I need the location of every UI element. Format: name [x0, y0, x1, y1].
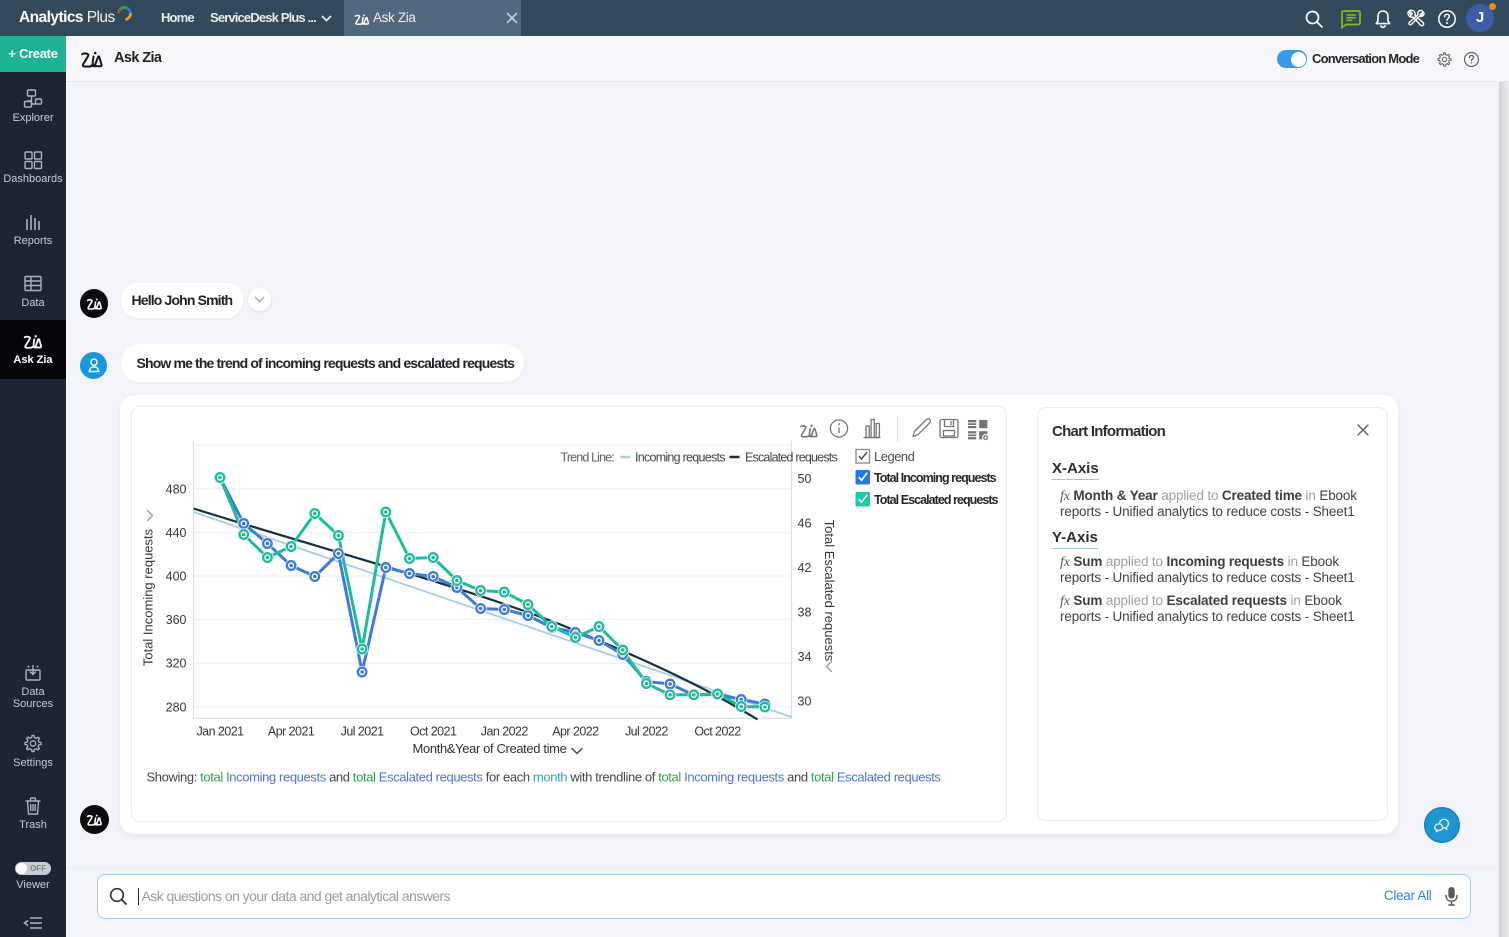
svg-text:Apr 2022: Apr 2022 [552, 724, 599, 738]
svg-text:Total Incoming requests: Total Incoming requests [140, 528, 155, 666]
svg-text:Oct 2021: Oct 2021 [410, 724, 457, 738]
svg-text:50: 50 [797, 472, 811, 486]
svg-text:Jan 2022: Jan 2022 [480, 724, 528, 738]
svg-text:30: 30 [797, 694, 811, 708]
svg-text:34: 34 [797, 650, 811, 664]
svg-text:Oct 2022: Oct 2022 [694, 724, 741, 738]
svg-text:480: 480 [165, 482, 186, 496]
svg-text:Apr 2021: Apr 2021 [267, 724, 314, 738]
svg-text:42: 42 [797, 561, 811, 575]
svg-text:400: 400 [165, 569, 186, 583]
svg-text:Escalated requests: Escalated requests [745, 450, 837, 464]
svg-text:Showing: total Incoming reque: Showing: total Incoming requests and tot… [146, 769, 941, 784]
svg-text:280: 280 [165, 700, 186, 714]
svg-text:Trend Line:: Trend Line: [560, 450, 614, 464]
svg-text:Total Incoming requests: Total Incoming requests [874, 471, 997, 485]
svg-text:Jul 2022: Jul 2022 [624, 724, 667, 738]
svg-text:Jan 2021: Jan 2021 [196, 724, 244, 738]
svg-text:Total Escalated requests: Total Escalated requests [874, 493, 999, 507]
svg-text:46: 46 [797, 516, 811, 530]
svg-text:Total Escalated requests: Total Escalated requests [822, 519, 837, 661]
svg-text:360: 360 [165, 613, 186, 627]
svg-text:440: 440 [165, 525, 186, 539]
svg-text:Legend: Legend [874, 449, 915, 464]
svg-text:320: 320 [165, 656, 186, 670]
svg-text:38: 38 [797, 605, 811, 619]
svg-text:Incoming requests: Incoming requests [635, 450, 725, 464]
svg-text:Jul 2021: Jul 2021 [340, 724, 383, 738]
svg-text:Month&Year of Created time: Month&Year of Created time [412, 741, 566, 756]
